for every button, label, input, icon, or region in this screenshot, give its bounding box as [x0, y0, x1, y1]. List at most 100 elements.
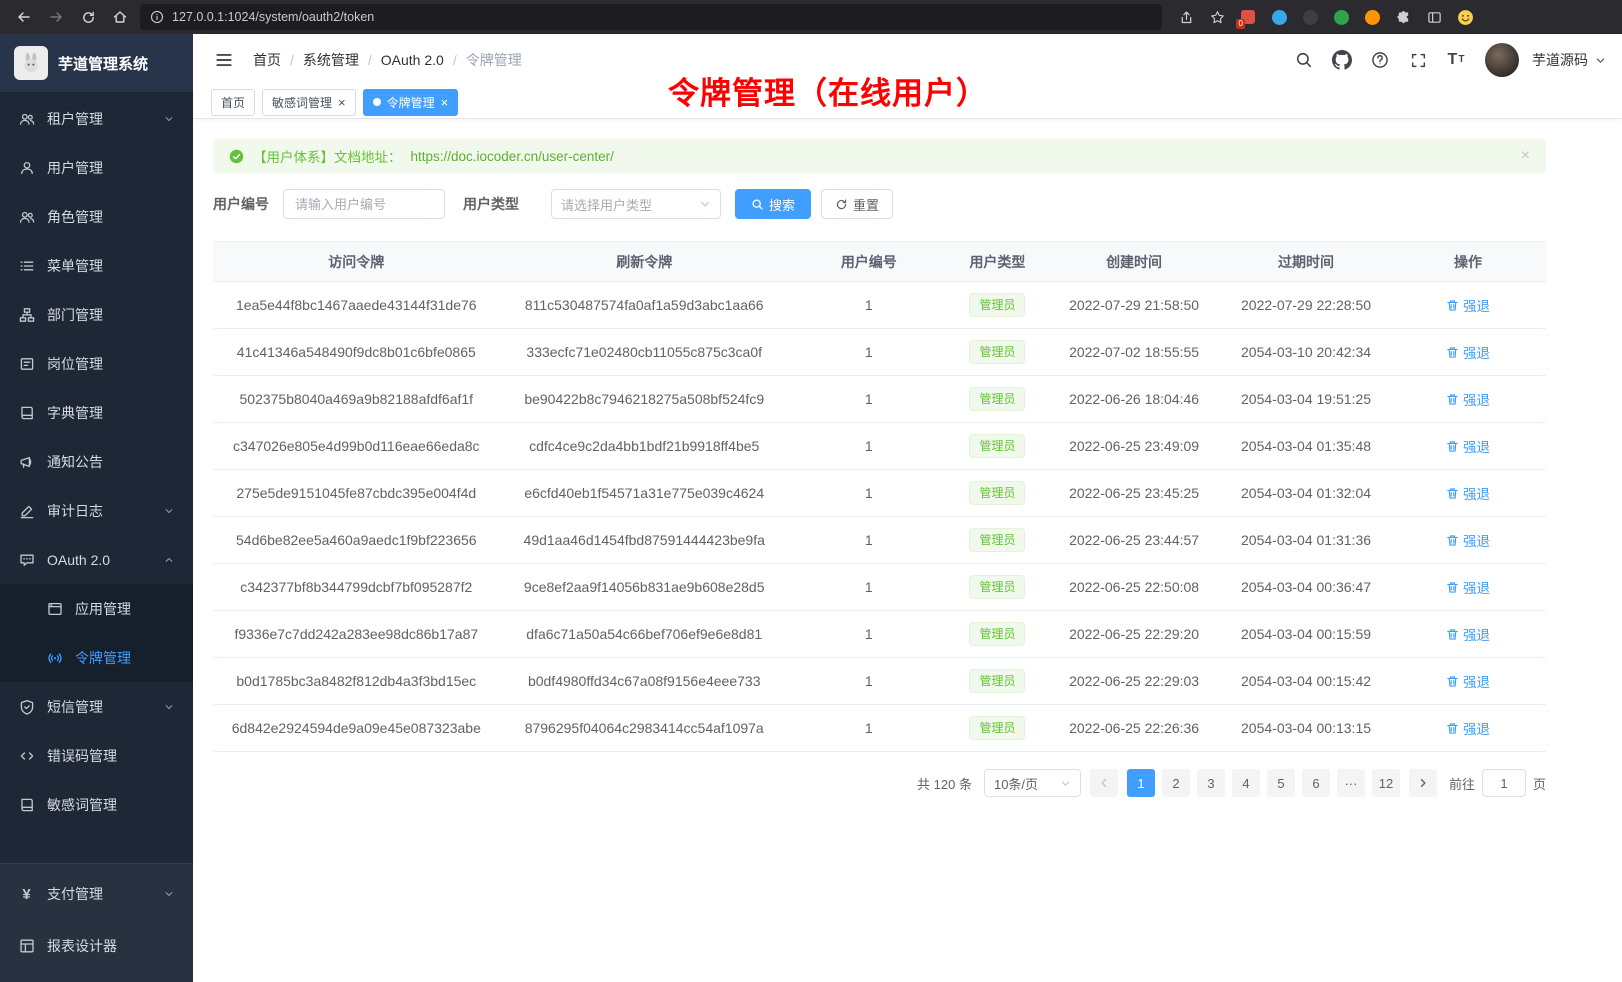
create-time-cell: 2022-07-29 21:58:50 [1046, 282, 1222, 329]
pager-page-1[interactable]: 1 [1127, 769, 1155, 797]
pager-jump-input[interactable] [1482, 769, 1526, 797]
browser-forward-button[interactable] [42, 4, 70, 30]
browser-reload-button[interactable] [74, 4, 102, 30]
app-logo[interactable]: 芋道管理系统 [0, 34, 193, 92]
user-type-tag: 管理员 [969, 575, 1025, 599]
chevron-down-icon[interactable] [1595, 55, 1606, 66]
user-id-input[interactable] [283, 189, 445, 219]
tab-home[interactable]: 首页 [211, 89, 255, 116]
chevron-down-icon [163, 888, 175, 900]
sidebar-item-audit-log[interactable]: 审计日志 [0, 486, 193, 535]
pager-ellipsis[interactable]: ··· [1337, 769, 1365, 797]
bookmark-star-icon[interactable] [1203, 4, 1231, 30]
sidebar-item-post[interactable]: 岗位管理 [0, 339, 193, 388]
access-token-cell: 1ea5e44f8bc1467aaede43144f31de76 [213, 282, 500, 329]
close-icon[interactable]: × [441, 96, 449, 109]
sidebar-toggle-icon[interactable] [1420, 4, 1448, 30]
menu-fold-icon[interactable] [209, 45, 239, 75]
search-button[interactable]: 搜索 [735, 189, 811, 219]
search-icon[interactable] [1287, 43, 1321, 77]
pager-page-2[interactable]: 2 [1162, 769, 1190, 797]
browser-back-button[interactable] [10, 4, 38, 30]
user-type-cell: 管理员 [949, 705, 1046, 752]
sidebar-item-oauth2-app[interactable]: 应用管理 [0, 584, 193, 633]
extension-blue-icon[interactable] [1265, 4, 1293, 30]
tab-sensitive-word[interactable]: 敏感词管理 × [262, 89, 356, 116]
tab-token[interactable]: 令牌管理 × [363, 89, 459, 116]
fullscreen-icon[interactable] [1401, 43, 1435, 77]
sidebar-item-role[interactable]: 角色管理 [0, 192, 193, 241]
profile-smiley-icon[interactable] [1451, 4, 1479, 30]
sidebar-item-dict[interactable]: 字典管理 [0, 388, 193, 437]
table-row: 54d6be82ee5a460a9aedc1f9bf22365649d1aa46… [213, 517, 1546, 564]
user-type-cell: 管理员 [949, 564, 1046, 611]
page-size-select[interactable]: 10条/页 [984, 769, 1081, 797]
github-icon[interactable] [1325, 43, 1359, 77]
doc-link[interactable]: https://doc.iocoder.cn/user-center/ [411, 149, 614, 164]
sidebar-item-sensitive-word[interactable]: 敏感词管理 [0, 780, 193, 829]
browser-toolbar: 127.0.0.1:1024/system/oauth2/token 0 [0, 0, 1622, 34]
pager-page-12[interactable]: 12 [1372, 769, 1400, 797]
sidebar-item-user[interactable]: 用户管理 [0, 143, 193, 192]
sidebar-item-notice[interactable]: 通知公告 [0, 437, 193, 486]
pager-page-5[interactable]: 5 [1267, 769, 1295, 797]
user-type-tag: 管理员 [969, 293, 1025, 317]
site-info-icon[interactable] [150, 10, 164, 24]
sidebar-item-menu[interactable]: 菜单管理 [0, 241, 193, 290]
force-logout-button[interactable]: 强退 [1446, 671, 1490, 691]
avatar[interactable] [1485, 43, 1519, 77]
pager-next-button[interactable] [1409, 769, 1437, 797]
user-icon [18, 160, 35, 176]
column-header: 刷新令牌 [500, 242, 789, 282]
force-logout-button[interactable]: 强退 [1446, 624, 1490, 644]
token-table-head-row: 访问令牌刷新令牌用户编号用户类型创建时间过期时间操作 [213, 242, 1546, 282]
pager-prev-button[interactable] [1090, 769, 1118, 797]
pager-jump-label: 前往 [1449, 774, 1475, 793]
force-logout-button[interactable]: 强退 [1446, 342, 1490, 362]
close-icon[interactable]: × [338, 96, 346, 109]
breadcrumb-system[interactable]: 系统管理 [303, 50, 359, 70]
refresh-token-cell: dfa6c71a50a54c66bef706ef9e6e8d81 [500, 611, 789, 658]
sidebar-menu: 租户管理用户管理角色管理菜单管理部门管理岗位管理字典管理通知公告审计日志OAut… [0, 92, 193, 829]
breadcrumb-oauth2[interactable]: OAuth 2.0 [381, 52, 444, 68]
browser-url-bar[interactable]: 127.0.0.1:1024/system/oauth2/token [140, 4, 1162, 30]
sidebar-item-dept[interactable]: 部门管理 [0, 290, 193, 339]
extension-red-icon[interactable]: 0 [1234, 4, 1262, 30]
sidebar-item-pay[interactable]: ¥支付管理 [0, 868, 193, 920]
force-logout-button[interactable]: 强退 [1446, 483, 1490, 503]
force-logout-button[interactable]: 强退 [1446, 530, 1490, 550]
sidebar-item-tenant[interactable]: 租户管理 [0, 94, 193, 143]
user-type-select[interactable]: 请选择用户类型 [551, 189, 721, 219]
force-logout-button[interactable]: 强退 [1446, 295, 1490, 315]
force-logout-button[interactable]: 强退 [1446, 577, 1490, 597]
expire-time-cell: 2054-03-04 00:13:15 [1222, 705, 1390, 752]
alert-close-icon[interactable]: × [1521, 148, 1530, 164]
create-time-cell: 2022-06-25 23:45:25 [1046, 470, 1222, 517]
sidebar-item-sms[interactable]: 短信管理 [0, 682, 193, 731]
force-logout-button[interactable]: 强退 [1446, 718, 1490, 738]
extension-orange-icon[interactable] [1358, 4, 1386, 30]
extensions-puzzle-icon[interactable] [1389, 4, 1417, 30]
pager-page-6[interactable]: 6 [1302, 769, 1330, 797]
sidebar-item-oauth2-token[interactable]: 令牌管理 [0, 633, 193, 682]
sidebar-item-report-designer[interactable]: 报表设计器 [0, 920, 193, 972]
users-icon [18, 209, 35, 225]
browser-home-button[interactable] [106, 4, 134, 30]
extension-dark-icon[interactable] [1296, 4, 1324, 30]
force-logout-button[interactable]: 强退 [1446, 436, 1490, 456]
share-icon[interactable] [1172, 4, 1200, 30]
reset-button[interactable]: 重置 [821, 189, 893, 219]
username[interactable]: 芋道源码 [1532, 50, 1588, 70]
breadcrumb-home[interactable]: 首页 [253, 50, 281, 70]
force-logout-button[interactable]: 强退 [1446, 389, 1490, 409]
pager-page-4[interactable]: 4 [1232, 769, 1260, 797]
font-size-icon[interactable]: TT [1439, 43, 1473, 77]
sidebar-item-oauth2[interactable]: OAuth 2.0 [0, 535, 193, 584]
extension-green-icon[interactable] [1327, 4, 1355, 30]
sidebar-item-error-code[interactable]: 错误码管理 [0, 731, 193, 780]
help-icon[interactable] [1363, 43, 1397, 77]
chevron-up-icon [163, 554, 175, 566]
refresh-token-cell: cdfc4ce9c2da4bb1bdf21b9918ff4be5 [500, 423, 789, 470]
pager-page-3[interactable]: 3 [1197, 769, 1225, 797]
refresh-token-cell: b0df4980ffd34c67a08f9156e4eee733 [500, 658, 789, 705]
